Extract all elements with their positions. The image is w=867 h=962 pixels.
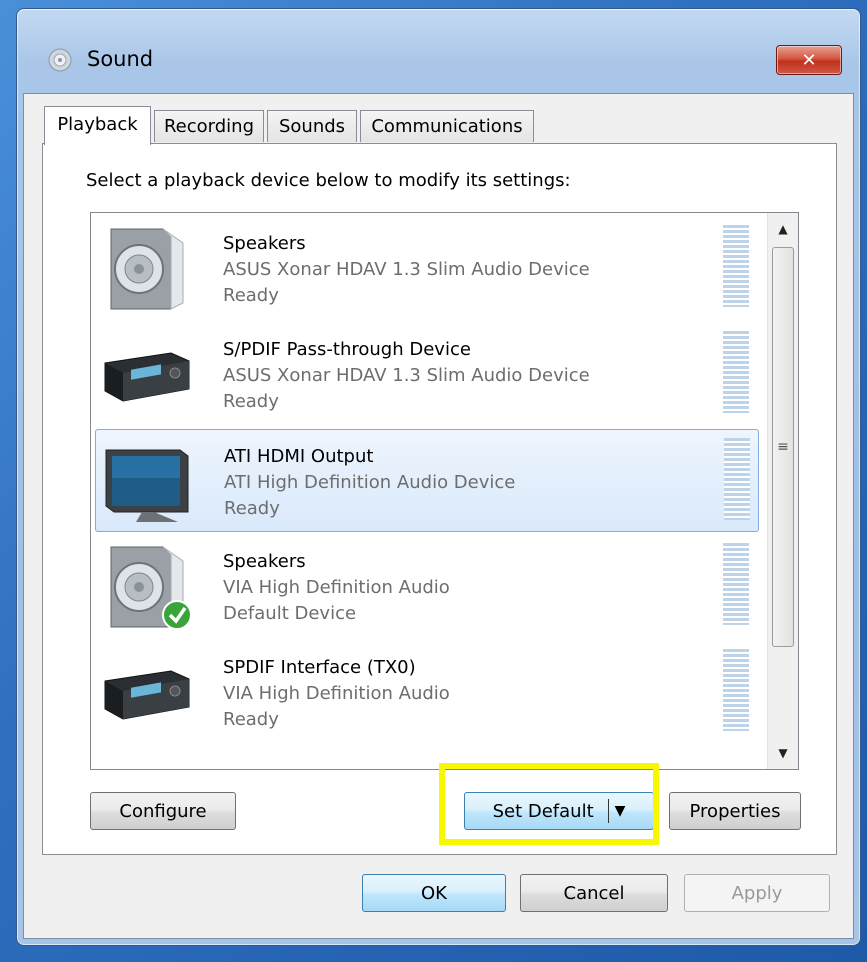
instruction-text: Select a playback device below to modify… <box>86 170 571 191</box>
device-driver: ASUS Xonar HDAV 1.3 Slim Audio Device <box>223 259 590 280</box>
device-name: Speakers <box>223 233 306 254</box>
speaker-default-icon <box>110 546 192 630</box>
apply-button[interactable]: Apply <box>684 874 830 912</box>
device-name: ATI HDMI Output <box>224 446 374 467</box>
list-item[interactable]: Speakers ASUS Xonar HDAV 1.3 Slim Audio … <box>95 217 759 320</box>
tab-communications[interactable]: Communications <box>360 110 534 142</box>
list-item[interactable]: SPDIF Interface (TX0) VIA High Definitio… <box>95 641 759 744</box>
device-status: Ready <box>223 709 279 730</box>
device-status: Default Device <box>223 603 357 624</box>
device-driver: ATI High Definition Audio Device <box>224 472 516 493</box>
device-status: Ready <box>223 391 279 412</box>
device-list[interactable]: Speakers ASUS Xonar HDAV 1.3 Slim Audio … <box>90 212 799 770</box>
device-status: Ready <box>224 498 280 519</box>
receiver-icon <box>104 670 190 720</box>
speaker-icon <box>48 48 72 72</box>
device-name: S/PDIF Pass-through Device <box>223 339 471 360</box>
device-driver: VIA High Definition Audio <box>223 683 450 704</box>
volume-meter <box>723 225 749 307</box>
grip-icon: ≡ <box>777 439 789 455</box>
device-name: Speakers <box>223 551 306 572</box>
device-status: Ready <box>223 285 279 306</box>
cancel-button[interactable]: Cancel <box>520 874 668 912</box>
properties-button[interactable]: Properties <box>669 792 801 830</box>
device-driver: ASUS Xonar HDAV 1.3 Slim Audio Device <box>223 365 590 386</box>
volume-meter <box>724 438 750 520</box>
volume-meter <box>723 649 749 731</box>
scroll-up-button[interactable]: ▲ <box>768 215 798 243</box>
apply-label: Apply <box>731 882 783 904</box>
title-bar[interactable]: Sound ✕ <box>17 9 860 75</box>
tab-playback[interactable]: Playback <box>44 106 151 145</box>
ok-label: OK <box>421 882 447 904</box>
scroll-thumb[interactable]: ≡ <box>772 247 794 647</box>
set-default-highlight-box <box>439 763 659 845</box>
close-button[interactable]: ✕ <box>776 45 842 75</box>
speaker-icon <box>110 228 184 310</box>
tab-sounds[interactable]: Sounds <box>267 110 357 142</box>
monitor-icon <box>105 449 189 522</box>
window-title: Sound <box>87 47 154 71</box>
cancel-label: Cancel <box>563 882 625 904</box>
receiver-icon <box>104 352 190 402</box>
vertical-scrollbar[interactable]: ▲ ≡ ▼ <box>767 213 798 769</box>
list-item[interactable]: Speakers VIA High Definition Audio Defau… <box>95 535 759 638</box>
volume-meter <box>723 543 749 625</box>
device-name: SPDIF Interface (TX0) <box>223 657 416 678</box>
device-driver: VIA High Definition Audio <box>223 577 450 598</box>
arrow-up-icon: ▲ <box>778 222 788 236</box>
close-icon: ✕ <box>801 49 817 71</box>
list-item[interactable]: ATI HDMI Output ATI High Definition Audi… <box>95 429 759 532</box>
tab-recording[interactable]: Recording <box>154 110 264 142</box>
configure-button[interactable]: Configure <box>90 792 236 830</box>
arrow-down-icon: ▼ <box>778 746 788 760</box>
ok-button[interactable]: OK <box>362 874 506 912</box>
volume-meter <box>723 331 749 413</box>
list-item[interactable]: S/PDIF Pass-through Device ASUS Xonar HD… <box>95 323 759 426</box>
properties-label: Properties <box>689 800 781 822</box>
configure-label: Configure <box>119 800 207 822</box>
scroll-down-button[interactable]: ▼ <box>768 739 798 767</box>
